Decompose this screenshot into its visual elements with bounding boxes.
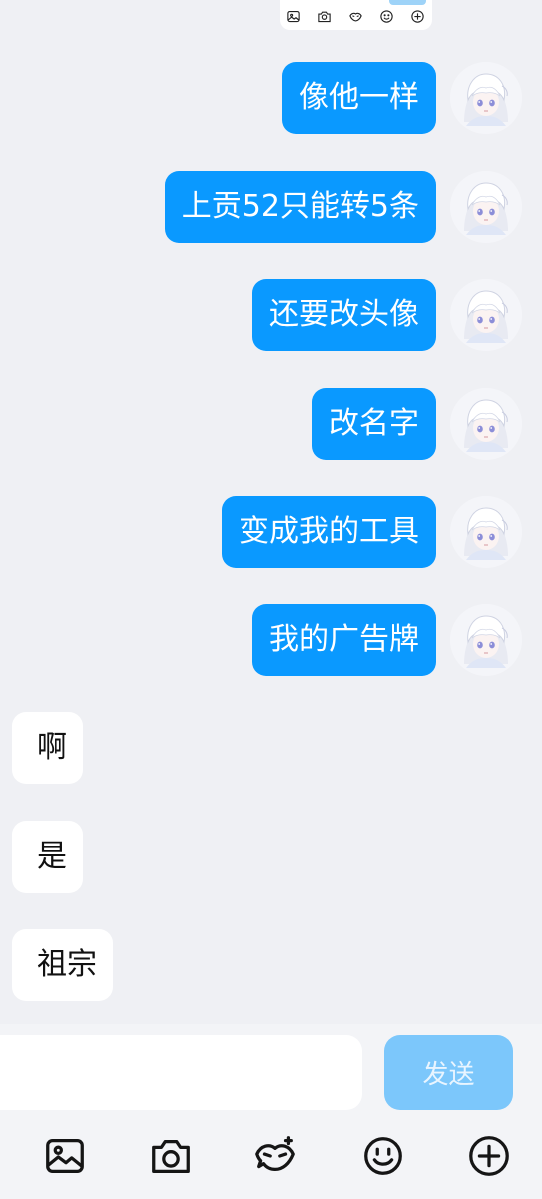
message-row-sent: 变成我的工具 <box>222 496 522 568</box>
message-row-received: 是 <box>12 821 83 893</box>
image-icon <box>286 9 301 24</box>
quoted-message-preview[interactable] <box>280 0 432 30</box>
sent-message-bubble[interactable]: 上贡52只能转5条 <box>164 171 436 243</box>
plus-button[interactable] <box>461 1128 517 1184</box>
sticker-icon <box>252 1133 298 1179</box>
input-toolbar <box>0 1128 542 1184</box>
message-row-sent: 像他一样 <box>282 62 522 134</box>
plus-icon <box>410 9 425 24</box>
avatar-artwork <box>450 62 522 134</box>
camera-button[interactable] <box>143 1128 199 1184</box>
avatar[interactable] <box>450 171 522 243</box>
avatar[interactable] <box>450 496 522 568</box>
message-row-received: 啊 <box>12 712 83 784</box>
message-input-bar: 发送 <box>0 1024 542 1199</box>
avatar-artwork <box>450 604 522 676</box>
received-message-bubble[interactable]: 啊 <box>12 712 83 784</box>
message-row-sent: 我的广告牌 <box>252 604 522 676</box>
message-input[interactable] <box>0 1035 362 1110</box>
avatar-artwork <box>450 171 522 243</box>
message-row-sent: 改名字 <box>312 388 522 460</box>
sent-message-bubble[interactable]: 我的广告牌 <box>252 604 436 676</box>
sent-message-bubble[interactable]: 变成我的工具 <box>222 496 436 568</box>
avatar-artwork <box>450 388 522 460</box>
quoted-preview-accent <box>389 0 426 5</box>
avatar[interactable] <box>450 388 522 460</box>
send-button[interactable]: 发送 <box>384 1035 513 1110</box>
sticker-button[interactable] <box>247 1128 303 1184</box>
chat-screen: 像他一样 上贡52只能转5条 还要改头像 改名字 变成我的工具 我的广告牌 啊 … <box>0 0 542 1199</box>
image-button[interactable] <box>37 1128 93 1184</box>
sent-message-bubble[interactable]: 改名字 <box>312 388 436 460</box>
message-row-received: 祖宗 <box>12 929 113 1001</box>
avatar[interactable] <box>450 604 522 676</box>
sent-message-bubble[interactable]: 像他一样 <box>282 62 436 134</box>
plus-icon <box>466 1133 512 1179</box>
avatar-artwork <box>450 279 522 351</box>
message-row-sent: 上贡52只能转5条 <box>164 171 522 243</box>
sent-message-bubble[interactable]: 还要改头像 <box>252 279 436 351</box>
emoji-button[interactable] <box>355 1128 411 1184</box>
message-row-sent: 还要改头像 <box>252 279 522 351</box>
sticker-icon <box>348 9 363 24</box>
image-icon <box>42 1133 88 1179</box>
avatar-artwork <box>450 496 522 568</box>
camera-icon <box>148 1133 194 1179</box>
received-message-bubble[interactable]: 祖宗 <box>12 929 113 1001</box>
emoji-icon <box>360 1133 406 1179</box>
camera-icon <box>317 9 332 24</box>
quoted-preview-toolbar <box>286 9 425 24</box>
emoji-icon <box>379 9 394 24</box>
avatar[interactable] <box>450 279 522 351</box>
received-message-bubble[interactable]: 是 <box>12 821 83 893</box>
avatar[interactable] <box>450 62 522 134</box>
